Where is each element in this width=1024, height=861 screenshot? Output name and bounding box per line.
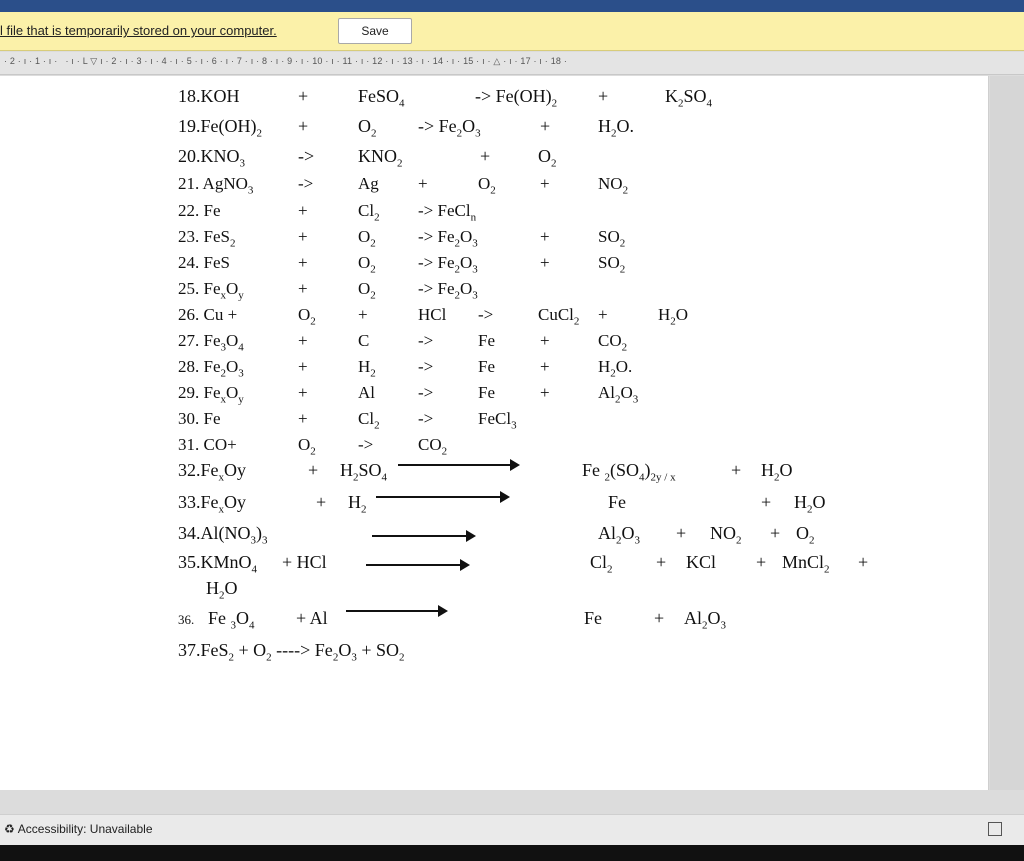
vertical-scrollbar[interactable] [990, 76, 1024, 790]
message-bar-text: l file that is temporarily stored on you… [0, 23, 277, 38]
accessibility-status[interactable]: ♻ Accessibility: Unavailable [4, 822, 153, 836]
status-bar: ♻ Accessibility: Unavailable [0, 814, 1024, 845]
read-mode-icon[interactable] [988, 822, 1002, 836]
arrow-32 [398, 459, 520, 471]
ruler-ticks: · 2 · ı · 1 · ı · · ı · L ▽ ı · 2 · ı · … [4, 56, 568, 66]
save-button[interactable]: Save [338, 18, 412, 44]
document-page[interactable]: 18.KOH + FeSO4 -> Fe(OH)2 + K2SO4 19.Fe(… [0, 76, 989, 790]
window-title-bar [0, 0, 1024, 12]
message-bar: l file that is temporarily stored on you… [0, 12, 1024, 51]
arrow-35 [366, 559, 470, 571]
arrow-36 [346, 605, 448, 617]
arrow-34 [372, 530, 476, 542]
taskbar-edge [0, 845, 1024, 861]
horizontal-ruler[interactable]: · 2 · ı · 1 · ı · · ı · L ▽ ı · 2 · ı · … [0, 52, 1024, 75]
arrow-33 [376, 491, 510, 503]
accessibility-icon: ♻ [4, 822, 15, 836]
accessibility-label: Accessibility: Unavailable [17, 822, 153, 836]
